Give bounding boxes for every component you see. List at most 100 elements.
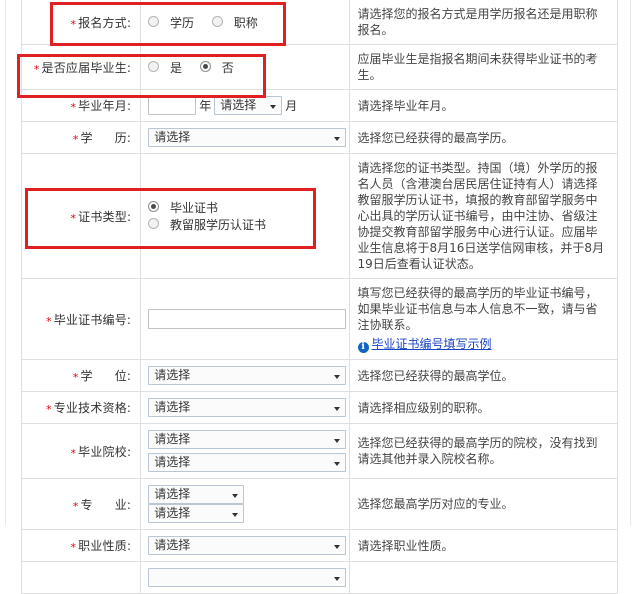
page-right-rule (630, 0, 631, 525)
field-major: 请选择 请选择 (140, 478, 350, 530)
graduation-school-name-select[interactable]: 请选择 (148, 453, 347, 472)
desc-major: 选择您最高学历对应的专业。 (348, 478, 619, 530)
radio-icon[interactable] (211, 15, 223, 27)
required-marker: * (70, 211, 77, 225)
radio-option-xueli[interactable]: 学历 (148, 14, 194, 31)
required-marker: * (46, 314, 52, 328)
form-row-major: * 专业: 请选择 请选择 选择您最高学历对应的专业。 (20, 478, 619, 530)
required-marker: * (33, 62, 40, 76)
field-certificate-number (140, 278, 350, 360)
radio-icon[interactable] (148, 218, 160, 229)
field-graduation-school: 请选择 请选择 (140, 423, 350, 479)
label-text: 专业: (80, 497, 132, 512)
desc-certificate-number: 填写您已经获得的最高学历的毕业证书编号，如果毕业证书信息与本人信息不一致，请与省… (348, 278, 619, 360)
form-row-partial-next (20, 561, 619, 594)
radio-option-diploma[interactable]: 毕业证书 (148, 199, 218, 216)
radio-option-no[interactable]: 否 (199, 59, 234, 76)
required-marker: * (70, 541, 77, 554)
field-graduation-date: 年请选择月 (140, 89, 350, 122)
label-text: 学历: (80, 131, 132, 145)
label-text: 毕业年月: (78, 99, 132, 113)
form-row-education: * 学历: 请选择 选择您已经获得的最高学历。 (20, 121, 619, 154)
field-occupation-nature: 请选择 (140, 529, 350, 562)
required-marker: * (70, 17, 77, 31)
label-graduation-date: * 毕业年月: (20, 89, 142, 122)
desc-certificate-type: 请选择您的证书类型。持国（境）外学历的报名人员（含港澳台居民居住证持有人）请选择… (348, 153, 619, 279)
info-icon: i (357, 342, 369, 353)
major-category-select[interactable]: 请选择 (148, 485, 245, 504)
radio-option-label: 否 (221, 60, 234, 75)
desc-partial-next (348, 561, 619, 594)
label-major: * 专业: (20, 478, 142, 530)
graduation-school-province-select[interactable]: 请选择 (148, 430, 347, 449)
label-text: 报名方式: (78, 15, 132, 30)
label-signup-method: * 报名方式: (20, 0, 142, 45)
label-certificate-type: * 证书类型: (20, 153, 142, 279)
graduation-year-input[interactable] (148, 96, 197, 115)
desc-fresh-graduate: 应届毕业生是指报名期间未获得毕业证书的考生。 (348, 44, 619, 90)
label-text: 学位: (80, 369, 132, 383)
partial-next-select[interactable] (148, 568, 347, 587)
desc-professional-title: 请选择相应级别的职称。 (348, 391, 619, 424)
label-partial-next (20, 561, 142, 594)
occupation-nature-select[interactable]: 请选择 (148, 536, 347, 555)
unit-month: 月 (285, 99, 298, 113)
radio-option-yes[interactable]: 是 (148, 59, 182, 76)
label-graduation-school: * 毕业院校: (20, 423, 142, 479)
required-marker: * (72, 499, 79, 513)
label-text: 是否应届毕业生: (41, 60, 132, 75)
form-row-occupation-nature: * 职业性质: 请选择 请选择职业性质。 (20, 529, 619, 562)
form-row-certificate-type: * 证书类型: 毕业证书 教留服学历认证书 请选择您的证书类型。持国（境）外学历的… (20, 153, 619, 279)
professional-title-select[interactable]: 请选择 (148, 398, 347, 417)
form-row-signup-method: * 报名方式: 学历 职称 请选择您的报名方式是用学历报名还是用职称报名。 (20, 0, 619, 45)
page-root: * 报名方式: 学历 职称 请选择您的报名方式是用学历报名还是用职称报名。 * … (0, 0, 640, 594)
radio-option-label: 职称 (233, 15, 258, 30)
radio-option-label: 是 (170, 60, 183, 75)
form-row-degree: * 学位: 请选择 选择您已经获得的最高学位。 (20, 359, 619, 392)
field-education: 请选择 (140, 121, 350, 154)
page-left-rule (5, 0, 6, 525)
desc-education: 选择您已经获得的最高学历。 (348, 121, 619, 154)
desc-text: 填写您已经获得的最高学历的毕业证书编号，如果毕业证书信息与本人信息不一致，请与省… (357, 286, 598, 332)
radio-icon[interactable] (148, 15, 160, 27)
required-marker: * (46, 403, 52, 416)
radio-icon-selected[interactable] (199, 60, 211, 72)
label-degree: * 学位: (20, 359, 142, 392)
label-text: 证书类型: (78, 209, 132, 224)
desc-occupation-nature: 请选择职业性质。 (348, 529, 619, 562)
field-degree: 请选择 (140, 359, 350, 392)
radio-option-zhicheng[interactable]: 职称 (211, 14, 258, 31)
field-partial-next (140, 561, 350, 594)
field-certificate-type: 毕业证书 教留服学历认证书 (140, 153, 350, 279)
radio-option-label: 教留服学历认证书 (170, 218, 267, 232)
label-certificate-number: * 毕业证书编号: (20, 278, 142, 360)
education-select[interactable]: 请选择 (148, 128, 347, 147)
form-row-certificate-number: * 毕业证书编号: 填写您已经获得的最高学历的毕业证书编号，如果毕业证书信息与本人… (20, 278, 619, 360)
label-education: * 学历: (20, 121, 142, 154)
unit-year: 年 (199, 99, 212, 113)
link-text: 毕业证书编号填写示例 (371, 337, 492, 351)
desc-signup-method: 请选择您的报名方式是用学历报名还是用职称报名。 (348, 0, 619, 45)
required-marker: * (70, 101, 77, 114)
graduation-month-select[interactable]: 请选择 (214, 96, 283, 115)
label-text: 专业技术资格: (53, 401, 132, 415)
degree-select[interactable]: 请选择 (148, 366, 347, 385)
radio-option-label: 毕业证书 (170, 201, 219, 215)
major-name-select[interactable]: 请选择 (148, 504, 245, 523)
form-row-fresh-graduate: * 是否应届毕业生: 是 否 应届毕业生是指报名期间未获得毕业证书的考生。 (20, 44, 619, 90)
radio-icon-selected[interactable] (148, 201, 160, 212)
certificate-number-example-link[interactable]: i 毕业证书编号填写示例 (357, 336, 608, 353)
label-text: 毕业院校: (78, 444, 132, 459)
label-occupation-nature: * 职业性质: (20, 529, 142, 562)
field-professional-title: 请选择 (140, 391, 350, 424)
label-text: 职业性质: (78, 539, 132, 553)
certificate-number-input[interactable] (148, 309, 347, 329)
field-fresh-graduate: 是 否 (140, 44, 350, 90)
form-row-graduation-date: * 毕业年月: 年请选择月 请选择毕业年月。 (20, 89, 619, 122)
radio-icon[interactable] (148, 60, 160, 72)
desc-degree: 选择您已经获得的最高学位。 (348, 359, 619, 392)
required-marker: * (72, 371, 79, 384)
desc-graduation-date: 请选择毕业年月。 (348, 89, 619, 122)
label-professional-title: * 专业技术资格: (20, 391, 142, 424)
radio-option-overseas-cert[interactable]: 教留服学历认证书 (148, 216, 266, 233)
